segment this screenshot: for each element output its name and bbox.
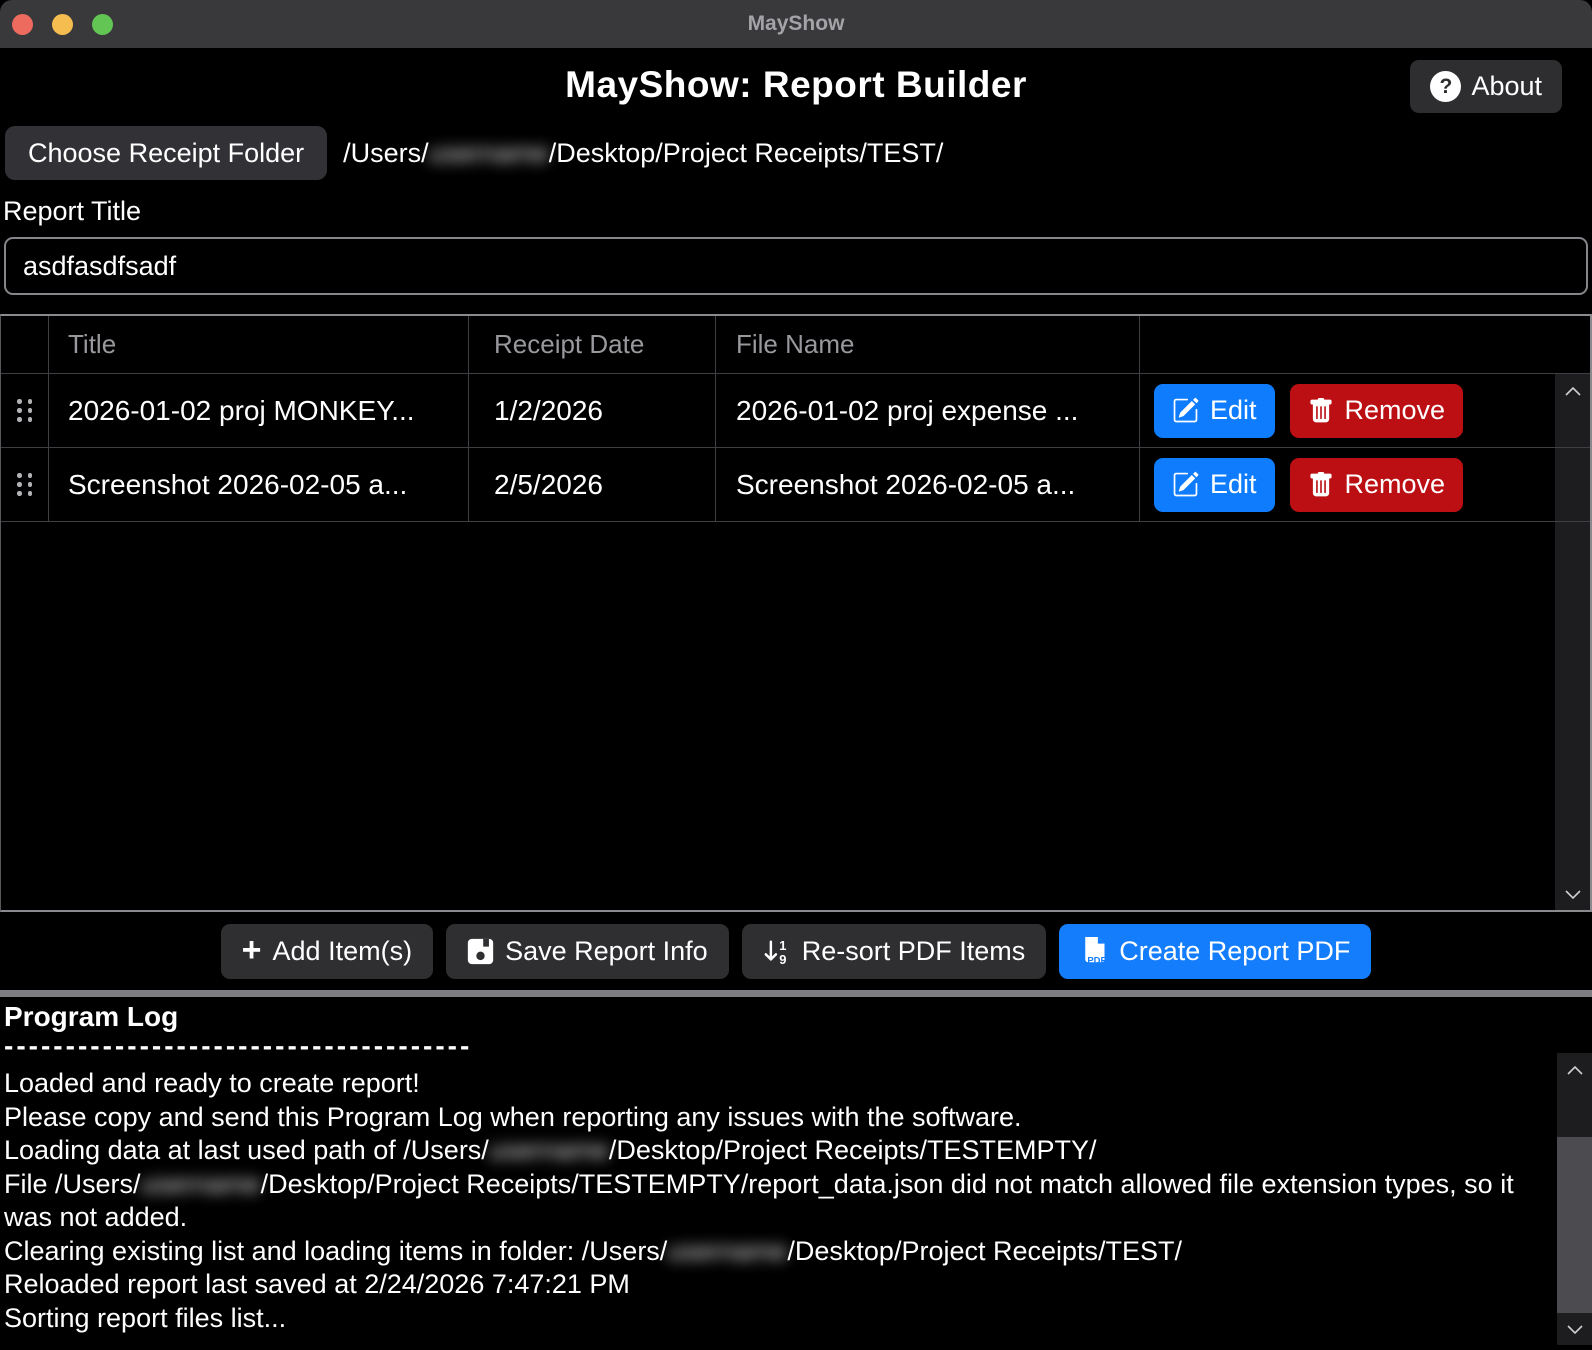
edit-button[interactable]: Edit bbox=[1154, 384, 1275, 438]
row-title-cell: 2026-01-02 proj MONKEY... bbox=[49, 374, 469, 447]
program-log-heading: Program Log bbox=[4, 1001, 1592, 1033]
row-drag-handle[interactable] bbox=[1, 448, 49, 521]
report-title-input[interactable] bbox=[4, 237, 1588, 295]
redacted-username: username bbox=[667, 1236, 787, 1266]
program-log-lines: Loaded and ready to create report!Please… bbox=[4, 1067, 1592, 1335]
svg-text:PDF: PDF bbox=[1088, 955, 1107, 966]
redacted-username: username bbox=[429, 138, 549, 168]
program-log-dashes: -------------------------------------- bbox=[4, 1033, 1592, 1059]
create-report-pdf-label: Create Report PDF bbox=[1119, 936, 1350, 967]
remove-button[interactable]: Remove bbox=[1290, 458, 1464, 512]
remove-button[interactable]: Remove bbox=[1290, 384, 1464, 438]
save-floppy-icon bbox=[467, 938, 494, 965]
page-title: MayShow: Report Builder bbox=[0, 48, 1592, 106]
table-scrollbar[interactable] bbox=[1555, 522, 1590, 910]
program-log-scrollbar[interactable] bbox=[1557, 1053, 1592, 1345]
row-actions-cell: Edit Remove bbox=[1140, 374, 1555, 447]
add-items-button[interactable]: + Add Item(s) bbox=[221, 924, 433, 979]
trash-icon bbox=[1308, 398, 1334, 424]
row-actions-cell: Edit Remove bbox=[1140, 448, 1555, 521]
svg-text:1: 1 bbox=[779, 938, 786, 953]
about-button[interactable]: ? About bbox=[1410, 60, 1562, 113]
log-line: File /Users/username/Desktop/Project Rec… bbox=[4, 1168, 1514, 1235]
receipt-folder-row: Choose Receipt Folder /Users/username/De… bbox=[5, 126, 1592, 180]
sort-numeric-down-icon: 19 bbox=[763, 937, 791, 965]
window-title: MayShow bbox=[0, 12, 1592, 36]
log-line: Please copy and send this Program Log wh… bbox=[4, 1101, 1514, 1135]
table-scrollbar-segment[interactable] bbox=[1555, 448, 1590, 521]
trash-icon bbox=[1308, 472, 1334, 498]
receipt-items-table: Title Receipt Date File Name 2026-01-02 … bbox=[0, 314, 1592, 912]
row-drag-handle[interactable] bbox=[1, 374, 49, 447]
pencil-square-icon bbox=[1172, 397, 1199, 424]
log-divider bbox=[0, 990, 1592, 997]
table-empty-area bbox=[1, 522, 1590, 910]
column-header-file-name: File Name bbox=[716, 316, 1140, 373]
drag-dots-icon bbox=[17, 473, 32, 496]
actions-bar: + Add Item(s) Save Report Info 19 Re-sor… bbox=[0, 912, 1592, 990]
program-log-section: Program Log ----------------------------… bbox=[0, 997, 1592, 1345]
log-scroll-up-icon[interactable] bbox=[1557, 1065, 1592, 1076]
row-file-name-cell: 2026-01-02 proj expense ... bbox=[716, 374, 1140, 447]
about-button-label: About bbox=[1471, 71, 1542, 102]
log-line: Reloaded report last saved at 2/24/2026 … bbox=[4, 1268, 1514, 1302]
log-scroll-down-icon[interactable] bbox=[1557, 1324, 1592, 1335]
column-header-actions bbox=[1140, 316, 1590, 373]
redacted-username: username bbox=[489, 1135, 609, 1165]
pencil-square-icon bbox=[1172, 471, 1199, 498]
window-titlebar: MayShow bbox=[0, 0, 1592, 48]
drag-handle-header-cell bbox=[1, 316, 49, 373]
table-scrollbar-segment[interactable] bbox=[1555, 374, 1590, 447]
save-report-info-label: Save Report Info bbox=[505, 936, 708, 967]
column-header-title: Title bbox=[49, 316, 469, 373]
log-line: Loading data at last used path of /Users… bbox=[4, 1134, 1514, 1168]
redacted-username: username bbox=[141, 1169, 261, 1199]
row-receipt-date-cell: 1/2/2026 bbox=[469, 374, 716, 447]
column-header-receipt-date: Receipt Date bbox=[469, 316, 716, 373]
choose-receipt-folder-button[interactable]: Choose Receipt Folder bbox=[5, 126, 327, 180]
table-header-row: Title Receipt Date File Name bbox=[1, 316, 1590, 374]
edit-button[interactable]: Edit bbox=[1154, 458, 1275, 512]
add-items-label: Add Item(s) bbox=[273, 936, 413, 967]
row-file-name-cell: Screenshot 2026-02-05 a... bbox=[716, 448, 1140, 521]
receipt-folder-path: /Users/username/Desktop/Project Receipts… bbox=[343, 138, 943, 169]
scroll-up-icon[interactable] bbox=[1555, 386, 1590, 397]
row-receipt-date-cell: 2/5/2026 bbox=[469, 448, 716, 521]
save-report-info-button[interactable]: Save Report Info bbox=[446, 924, 729, 979]
svg-text:9: 9 bbox=[779, 952, 786, 965]
create-report-pdf-button[interactable]: PDF Create Report PDF bbox=[1059, 924, 1371, 979]
table-row: 2026-01-02 proj MONKEY... 1/2/2026 2026-… bbox=[1, 374, 1590, 448]
resort-pdf-items-label: Re-sort PDF Items bbox=[802, 936, 1026, 967]
scroll-down-icon[interactable] bbox=[1555, 889, 1590, 900]
report-title-label: Report Title bbox=[3, 196, 1592, 227]
question-icon: ? bbox=[1430, 71, 1461, 102]
drag-dots-icon bbox=[17, 399, 32, 422]
app-header: MayShow: Report Builder ? About bbox=[0, 48, 1592, 120]
log-line: Clearing existing list and loading items… bbox=[4, 1235, 1514, 1269]
pdf-file-icon: PDF bbox=[1080, 936, 1108, 966]
log-line: Loaded and ready to create report! bbox=[4, 1067, 1514, 1101]
row-title-cell: Screenshot 2026-02-05 a... bbox=[49, 448, 469, 521]
log-scrollbar-thumb[interactable] bbox=[1557, 1137, 1592, 1313]
path-prefix: /Users/ bbox=[343, 138, 429, 168]
table-row: Screenshot 2026-02-05 a... 2/5/2026 Scre… bbox=[1, 448, 1590, 522]
log-line: Sorting report files list... bbox=[4, 1302, 1514, 1336]
path-suffix: /Desktop/Project Receipts/TEST/ bbox=[549, 138, 944, 168]
resort-pdf-items-button[interactable]: 19 Re-sort PDF Items bbox=[742, 924, 1047, 979]
